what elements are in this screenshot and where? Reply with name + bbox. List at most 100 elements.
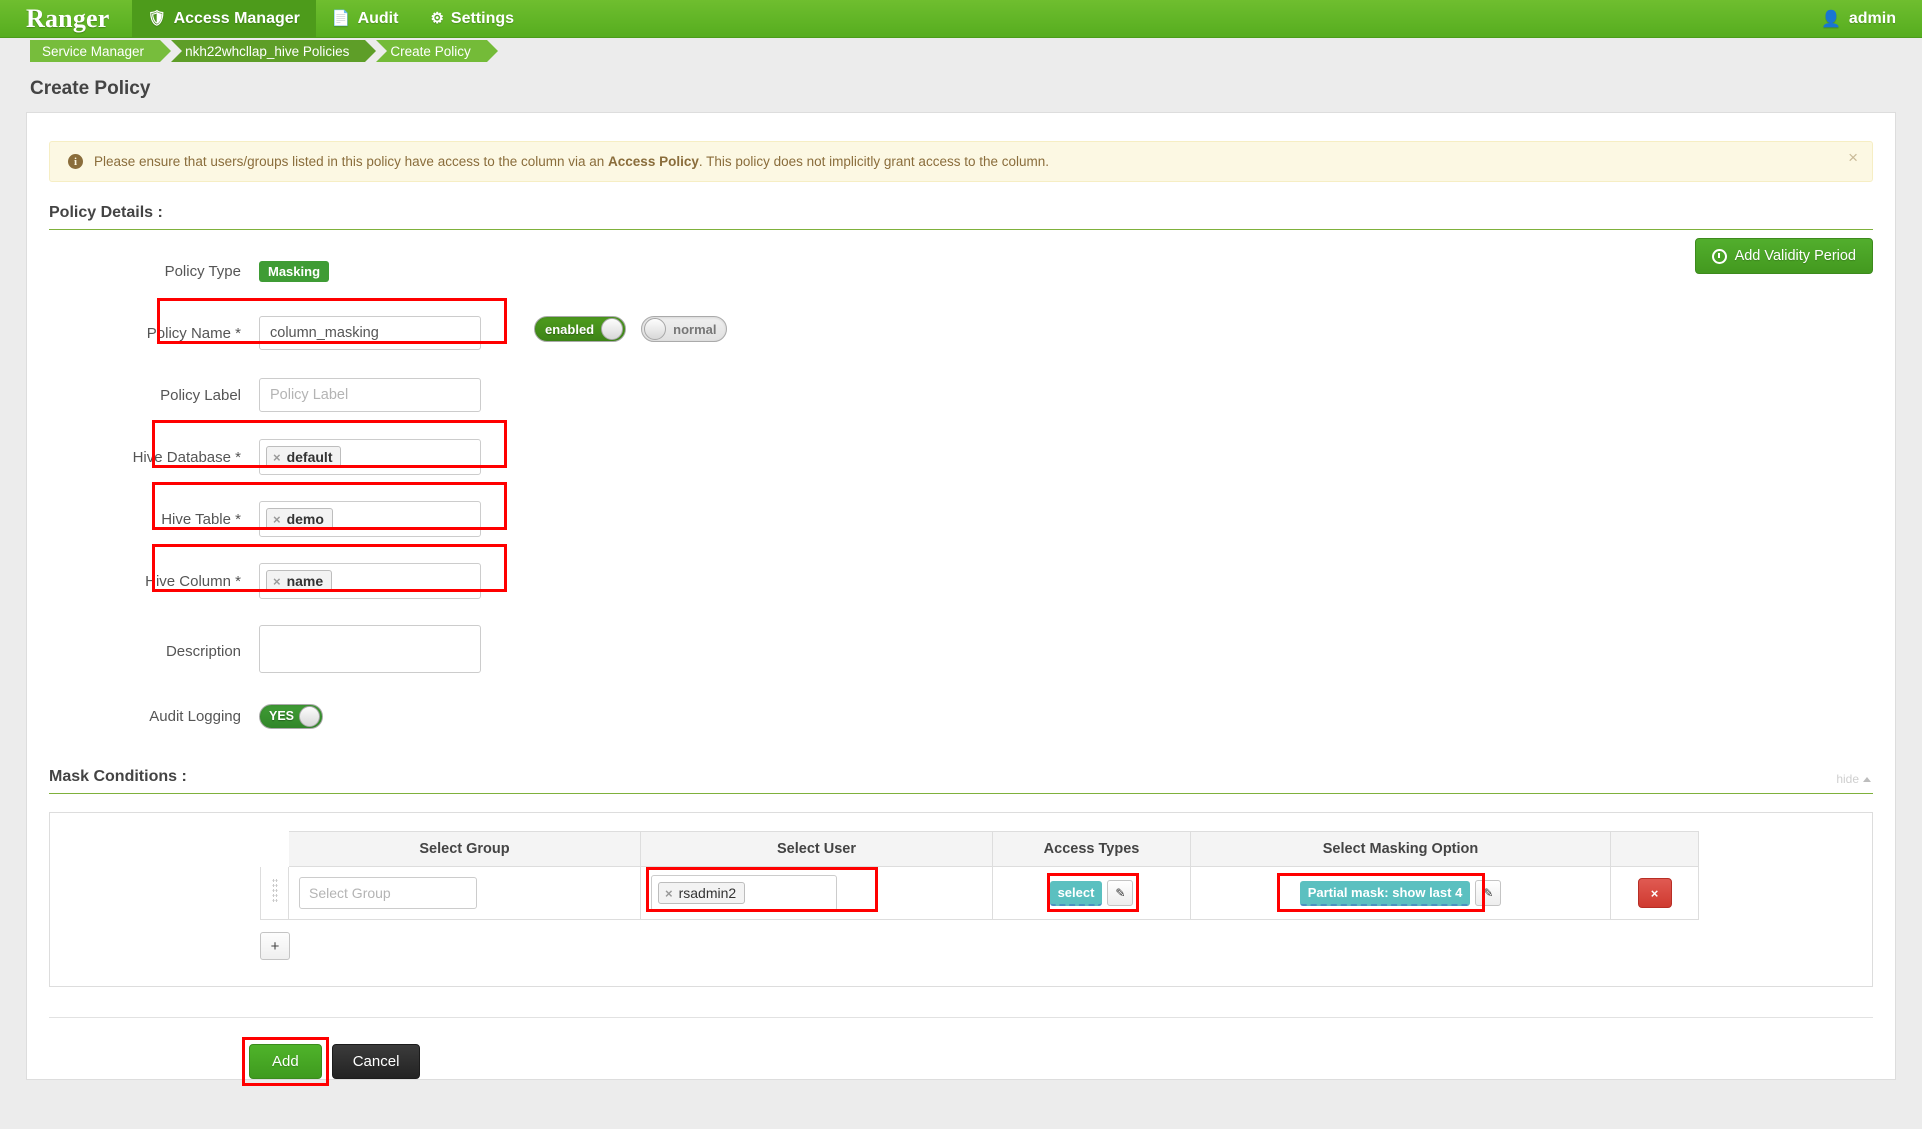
policy-details-title: Policy Details :: [49, 204, 1873, 230]
add-row-button[interactable]: +: [260, 932, 290, 960]
app-logo[interactable]: Ranger: [0, 0, 132, 37]
hive-column-token[interactable]: × name: [266, 570, 333, 592]
nav-item-settings[interactable]: ⚙ Settings: [414, 0, 530, 37]
breadcrumb-item-hive-policies[interactable]: nkh22whcllap_hive Policies: [171, 40, 377, 62]
field-row-policy-label: Policy Label: [49, 364, 1873, 426]
masking-option-control: Partial mask: show last 4 ✎: [1299, 880, 1502, 906]
pencil-icon[interactable]: ✎: [1475, 880, 1502, 906]
toggle-knob: [644, 318, 667, 340]
table-header-grip: [260, 831, 289, 867]
nav-item-audit[interactable]: 📄 Audit: [316, 0, 415, 37]
alert-close-icon[interactable]: ×: [1848, 149, 1858, 166]
toggle-knob: [601, 318, 624, 340]
policy-type-label: Policy Type: [164, 262, 241, 280]
cell-access-types: select ✎: [992, 866, 1191, 920]
delete-row-button[interactable]: ×: [1637, 878, 1672, 908]
policy-type-control: Masking: [259, 260, 330, 282]
masking-option-chip[interactable]: Partial mask: show last 4: [1299, 880, 1471, 906]
page-title: Create Policy: [30, 78, 151, 99]
drag-handle-icon: [271, 878, 278, 904]
policy-label-input[interactable]: [259, 378, 481, 412]
policy-label-label: Policy Label: [160, 386, 241, 404]
select-user-token-label: rsadmin2: [678, 885, 737, 901]
breadcrumb-item-service-manager[interactable]: Service Manager: [30, 40, 172, 62]
policy-toggle-group: enabled normal: [534, 316, 728, 342]
hive-database-control: × default: [259, 439, 481, 475]
cancel-button[interactable]: Cancel: [331, 1044, 421, 1079]
policy-type-badge: Masking: [259, 260, 330, 282]
hive-column-token-label: name: [286, 573, 324, 589]
access-type-chip[interactable]: select: [1049, 880, 1103, 906]
hive-column-label: Hive Column *: [145, 572, 241, 590]
shield-icon: 🛡: [147, 10, 167, 27]
mask-conditions-title: Mask Conditions :: [49, 768, 1873, 794]
info-icon: i: [68, 154, 83, 169]
nav-item-access-manager-label: Access Manager: [173, 9, 300, 27]
table-row: Select Group × rsadmin2 select ✎ Partial…: [260, 866, 1699, 920]
mask-conditions-table: Select Group Select User Access Types Se…: [260, 831, 1699, 920]
breadcrumb: Service Manager nkh22whcllap_hive Polici…: [0, 38, 1922, 64]
table-header-select-group: Select Group: [288, 831, 641, 867]
cell-actions: ×: [1610, 866, 1699, 920]
row-drag-handle[interactable]: [260, 866, 289, 920]
file-icon: 📄: [331, 10, 351, 27]
description-label: Description: [165, 642, 241, 660]
audit-logging-toggle-label: YES: [269, 709, 295, 723]
add-button[interactable]: Add: [249, 1044, 322, 1079]
nav-item-audit-label: Audit: [357, 9, 399, 27]
user-menu-label: admin: [1848, 9, 1896, 27]
field-row-hive-column: Hive Column * × name: [49, 544, 1873, 612]
breadcrumb-item-create-policy[interactable]: Create Policy: [376, 40, 499, 62]
remove-token-icon[interactable]: ×: [273, 512, 281, 527]
table-header-row: Select Group Select User Access Types Se…: [260, 831, 1699, 867]
user-menu[interactable]: 👤 admin: [1795, 0, 1922, 37]
remove-token-icon[interactable]: ×: [273, 450, 281, 465]
nav-item-access-manager[interactable]: 🛡 Access Manager: [131, 0, 316, 37]
field-row-hive-table: Hive Table * × demo: [49, 482, 1873, 550]
mask-conditions-section: Mask Conditions : hide: [49, 768, 1873, 794]
select-user-token[interactable]: × rsadmin2: [658, 882, 746, 904]
audit-logging-label: Audit Logging: [149, 707, 241, 725]
info-alert: i Please ensure that users/groups listed…: [49, 141, 1873, 182]
footer-button-row: Add Cancel: [242, 1037, 1873, 1086]
policy-status-toggle[interactable]: enabled: [534, 316, 627, 342]
description-textarea[interactable]: [259, 625, 481, 673]
cell-masking-option: Partial mask: show last 4 ✎: [1190, 866, 1611, 920]
remove-token-icon[interactable]: ×: [273, 574, 281, 589]
policy-details-form: Add Validity Period Policy Type Masking …: [49, 230, 1873, 742]
mask-conditions-hide-toggle[interactable]: hide: [1836, 772, 1871, 786]
select-group-input[interactable]: Select Group: [299, 877, 477, 909]
hive-database-token-label: default: [286, 449, 333, 465]
mask-conditions-table-container: Select Group Select User Access Types Se…: [49, 812, 1873, 987]
policy-name-control: [259, 316, 481, 350]
hide-label: hide: [1836, 772, 1859, 786]
select-user-input[interactable]: × rsadmin2: [651, 875, 837, 911]
hive-database-select[interactable]: × default: [259, 439, 481, 475]
alert-text-after: . This policy does not implicitly grant …: [698, 154, 1049, 169]
table-header-masking-option: Select Masking Option: [1190, 831, 1611, 867]
audit-logging-toggle[interactable]: YES: [259, 703, 324, 729]
hive-table-label: Hive Table *: [161, 510, 241, 528]
hive-database-label: Hive Database *: [132, 448, 241, 466]
remove-token-icon[interactable]: ×: [665, 886, 673, 901]
hive-column-control: × name: [259, 563, 481, 599]
policy-override-toggle[interactable]: normal: [641, 316, 728, 342]
policy-label-control: [259, 378, 481, 412]
breadcrumb-label: Create Policy: [390, 43, 471, 59]
alert-text-before: Please ensure that users/groups listed i…: [94, 154, 609, 169]
hive-column-select[interactable]: × name: [259, 563, 481, 599]
pencil-icon[interactable]: ✎: [1107, 880, 1134, 906]
toggle-knob: [299, 705, 321, 727]
hive-table-token[interactable]: × demo: [266, 508, 333, 530]
form-footer: Add Cancel: [49, 1017, 1873, 1086]
hive-table-select[interactable]: × demo: [259, 501, 481, 537]
policy-status-toggle-label: enabled: [545, 321, 595, 337]
table-header-access-types: Access Types: [992, 831, 1191, 867]
cell-select-group: Select Group: [288, 866, 641, 920]
field-row-audit-logging: Audit Logging YES: [49, 690, 1873, 742]
field-row-description: Description: [49, 612, 1873, 690]
hive-database-token[interactable]: × default: [266, 446, 342, 468]
policy-name-input[interactable]: [259, 316, 481, 350]
alert-text-emphasis: Access Policy: [608, 154, 699, 169]
field-row-policy-type: Policy Type Masking: [49, 240, 1873, 302]
